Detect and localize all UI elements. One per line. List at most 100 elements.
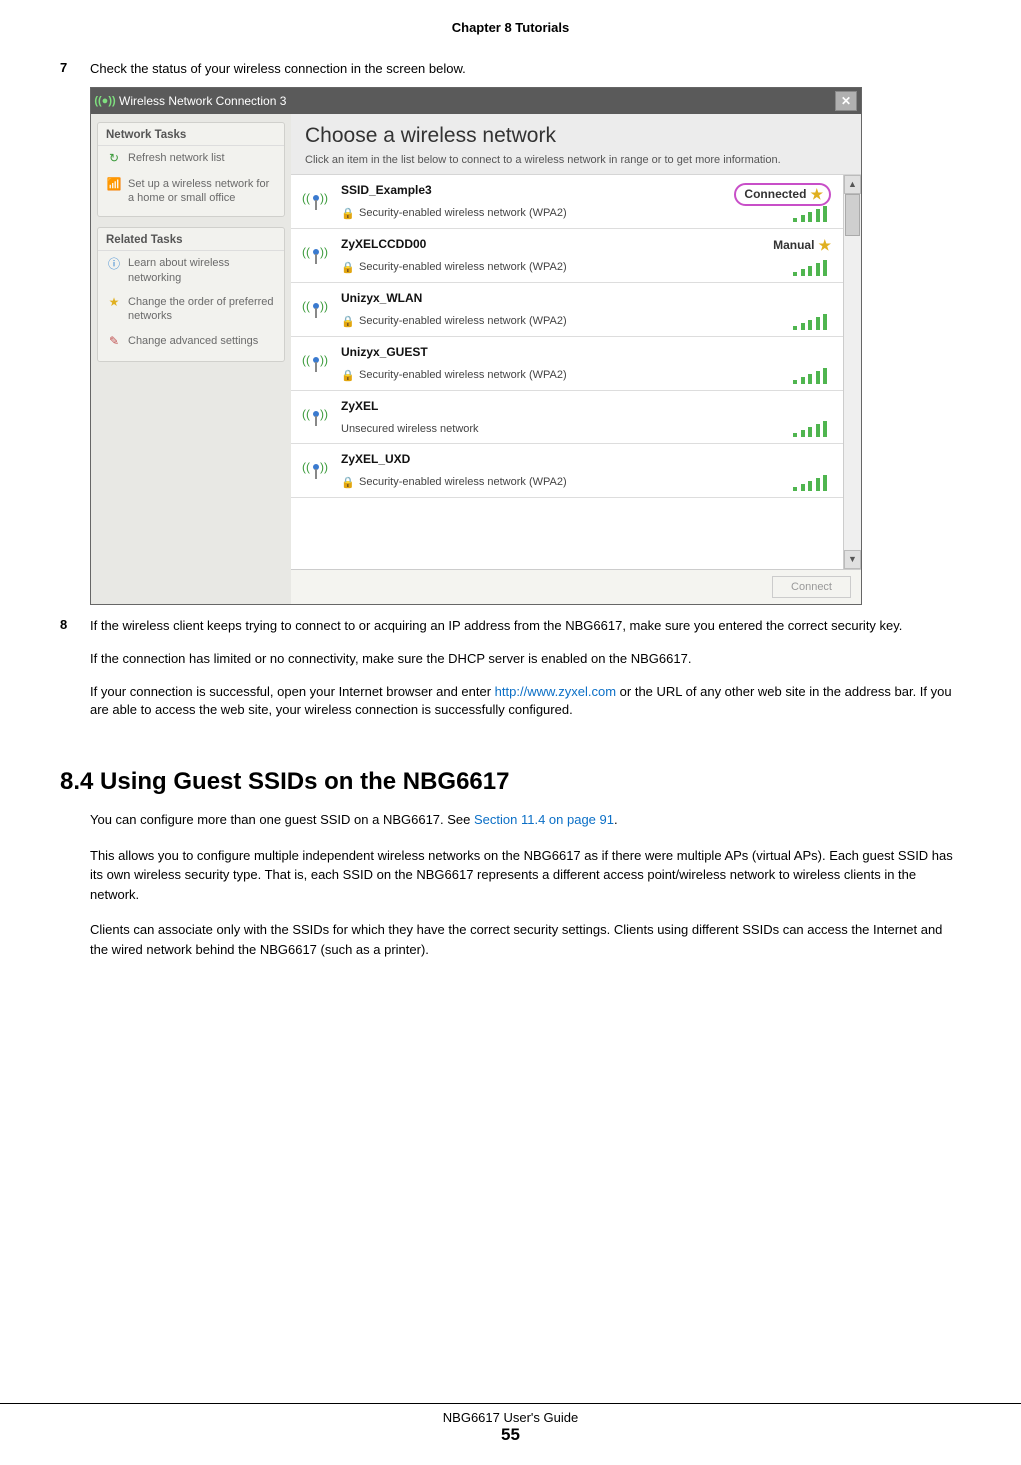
step-text-7: Check the status of your wireless connec… [90,60,961,79]
status-badge: Connected★ [734,183,831,206]
network-row[interactable]: (())Unizyx_GUEST🔒Security-enabled wirele… [291,337,861,391]
svg-text:)): )) [320,245,328,259]
gear-icon: ✎ [106,334,122,350]
signal-strength-icon [793,206,827,222]
wireless-icon: (()) [301,399,331,429]
sidebar-group-network-tasks: Network Tasks ↻ Refresh network list 📶 S… [97,122,285,218]
svg-text:((: (( [302,460,310,474]
lock-icon: 🔒 [341,476,355,489]
sidebar-item-refresh[interactable]: ↻ Refresh network list [98,146,284,172]
network-row[interactable]: (()) ZyXEL_UXD 🔒Security-enabled wireless … [291,444,861,498]
ssid-label: ZyXEL_UXD [341,452,831,466]
network-row[interactable]: (()) ZyXEL Unsecured wireless network [291,391,861,444]
antenna-icon: 📶 [106,177,122,193]
security-label: 🔒Security-enabled wireless network (WPA2… [341,261,765,274]
network-list: (()) SSID_Example3 🔒Security-enabled wirel… [291,175,861,569]
security-label: 🔒Security-enabled wireless network (WPA2… [341,207,726,220]
svg-text:((: (( [302,299,310,313]
sidebar-group-title: Network Tasks [98,123,284,146]
main-title: Choose a wireless network [305,124,847,148]
dialog-title: Wireless Network Connection 3 [119,94,286,108]
wireless-dialog: ((●)) Wireless Network Connection 3 ✕ Ne… [90,87,862,605]
svg-text:((: (( [302,353,310,367]
sidebar-item-label: Refresh network list [128,151,225,165]
security-label: Unsecured wireless network [341,423,831,435]
wireless-icon: (()) [301,291,331,321]
step8-p3: If your connection is successful, open y… [90,683,961,721]
sidebar-item-label: Learn about wireless networking [128,256,276,285]
signal-strength-icon [793,368,827,384]
star-icon: ★ [810,186,823,203]
signal-strength-icon [793,314,827,330]
lock-icon: 🔒 [341,207,355,220]
sidebar-group-related-tasks: Related Tasks ⓘ Learn about wireless net… [97,227,285,361]
sidebar-item-label: Change the order of preferred networks [128,295,276,324]
lock-icon: 🔒 [341,369,355,382]
dialog-main: Choose a wireless network Click an item … [291,114,861,604]
connect-button[interactable]: Connect [772,576,851,598]
svg-text:)): )) [320,353,328,367]
ssid-label: ZyXEL [341,399,831,413]
sidebar-item-setup[interactable]: 📶 Set up a wireless network for a home o… [98,172,284,211]
info-icon: ⓘ [106,256,122,272]
step-text-8: If the wireless client keeps trying to c… [90,617,961,734]
wireless-icon: (()) [301,345,331,375]
wireless-icon: (()) [301,452,331,482]
signal-strength-icon [793,475,827,491]
sidebar-group-title: Related Tasks [98,228,284,251]
section-p1: You can configure more than one guest SS… [90,810,961,830]
ssid-label: Unizyx_GUEST [341,345,831,359]
refresh-icon: ↻ [106,151,122,167]
main-subtitle: Click an item in the list below to conne… [305,154,847,166]
wireless-icon: (()) [301,183,331,213]
step-number-7: 7 [60,60,90,79]
network-row[interactable]: (()) Unizyx_WLAN 🔒Security-enabled wireles… [291,283,861,337]
wifi-icon: ((●)) [97,93,113,109]
close-button[interactable]: ✕ [835,91,857,111]
step8-p1: If the wireless client keeps trying to c… [90,617,961,636]
wireless-icon: (()) [301,237,331,267]
zyxel-link[interactable]: http://www.zyxel.com [495,684,616,699]
section-xref-link[interactable]: Section 11.4 on page 91 [474,812,614,827]
page-header: Chapter 8 Tutorials [60,20,961,35]
sidebar-item-advanced[interactable]: ✎ Change advanced settings [98,329,284,355]
svg-text:((: (( [302,245,310,259]
status-badge: Manual★ [773,237,831,254]
svg-text:)): )) [320,407,328,421]
page-footer: NBG6617 User's Guide 55 [0,1403,1021,1445]
dialog-sidebar: Network Tasks ↻ Refresh network list 📶 S… [91,114,291,604]
star-icon: ★ [106,295,122,311]
sidebar-item-label: Change advanced settings [128,334,258,348]
ssid-label: Unizyx_WLAN [341,291,831,305]
sidebar-item-order[interactable]: ★ Change the order of preferred networks [98,290,284,329]
svg-text:)): )) [320,191,328,205]
scroll-up-button[interactable]: ▲ [844,175,861,194]
sidebar-item-learn[interactable]: ⓘ Learn about wireless networking [98,251,284,290]
step8-p2: If the connection has limited or no conn… [90,650,961,669]
footer-guide: NBG6617 User's Guide [0,1410,1021,1425]
scroll-thumb[interactable] [845,194,860,236]
scroll-down-button[interactable]: ▼ [844,550,861,569]
svg-text:)): )) [320,460,328,474]
security-label: 🔒Security-enabled wireless network (WPA2… [341,476,831,489]
section-heading: 8.4 Using Guest SSIDs on the NBG6617 [60,768,961,796]
sidebar-item-label: Set up a wireless network for a home or … [128,177,276,206]
scrollbar[interactable]: ▲ ▼ [843,175,861,569]
step-number-8: 8 [60,617,90,734]
svg-text:((: (( [302,191,310,205]
footer-page-number: 55 [0,1425,1021,1445]
dialog-titlebar: ((●)) Wireless Network Connection 3 ✕ [91,88,861,114]
ssid-label: ZyXELCCDD00 [341,237,765,251]
network-row[interactable]: (()) ZyXELCCDD00 🔒Security-enabled wireles… [291,229,861,283]
network-row[interactable]: (()) SSID_Example3 🔒Security-enabled wirel… [291,175,861,229]
signal-strength-icon [793,421,827,437]
lock-icon: 🔒 [341,261,355,274]
security-label: 🔒Security-enabled wireless network (WPA2… [341,315,831,328]
lock-icon: 🔒 [341,315,355,328]
signal-strength-icon [793,260,827,276]
svg-text:((: (( [302,407,310,421]
section-p3: Clients can associate only with the SSID… [90,920,961,959]
ssid-label: SSID_Example3 [341,183,726,197]
svg-text:)): )) [320,299,328,313]
star-icon: ★ [818,237,831,254]
